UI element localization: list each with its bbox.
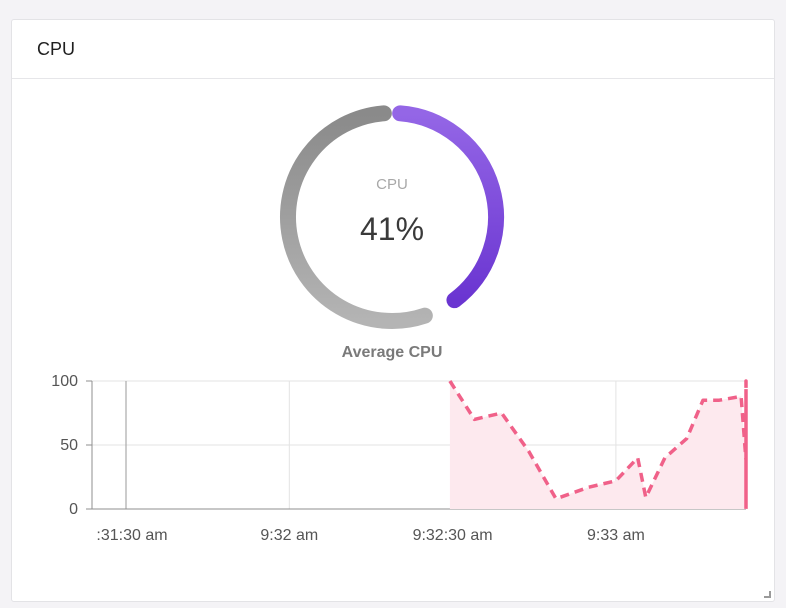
gauge-label: CPU: [376, 176, 408, 193]
x-tick-label: 9:32:30 am: [413, 527, 493, 544]
card-title: CPU: [37, 38, 76, 59]
chart-title: Average CPU: [341, 344, 443, 361]
card-header: CPU: [12, 20, 774, 79]
x-tick-label: 9:33 am: [587, 527, 645, 544]
cpu-card: CPU CPU 41% Average CPU 0 50 100 :31:30 am 9…: [11, 19, 775, 602]
gauge-value: 41%: [359, 211, 425, 247]
cpu-gauge: CPU 41%: [266, 90, 518, 360]
average-cpu-chart: 0 50 100 :31:30 am 9:32 am 9:32:30 am 9:33 am: [51, 373, 748, 544]
resize-handle[interactable]: [764, 591, 771, 598]
y-tick-label: 50: [60, 437, 78, 454]
y-tick-label: 0: [69, 501, 78, 518]
x-tick-label: 9:32 am: [260, 527, 318, 544]
x-tick-label: :31:30 am: [96, 527, 167, 544]
y-tick-label: 100: [51, 373, 78, 390]
gauge-used-arc: [392, 105, 504, 309]
